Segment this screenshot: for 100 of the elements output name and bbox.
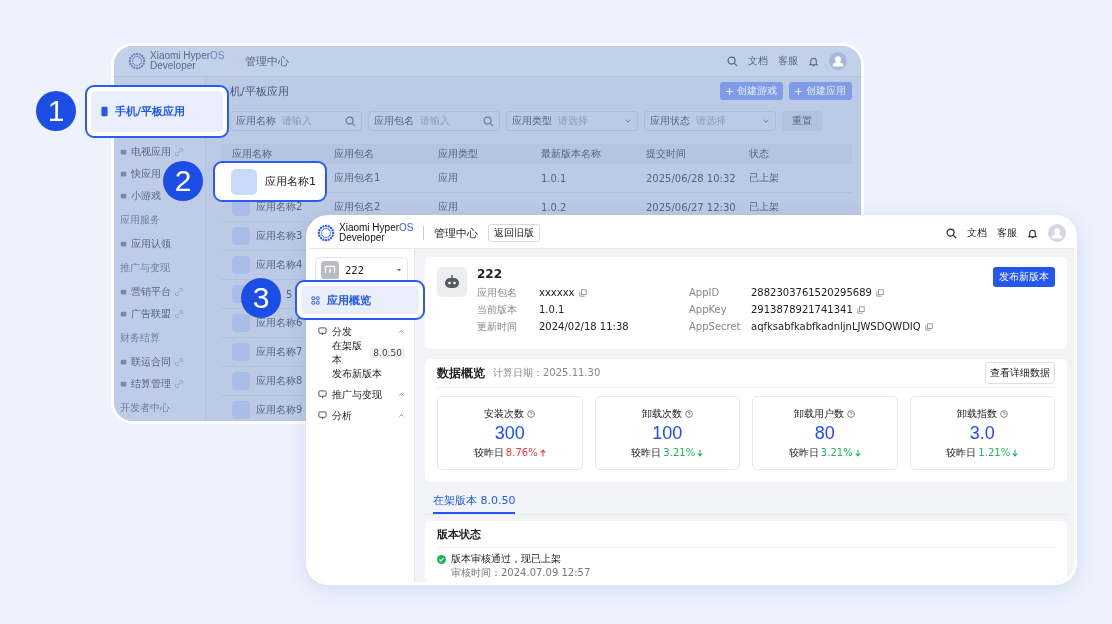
field-label: AppSecret [689,321,742,332]
calculation-date: 计算日期：2025.11.30 [493,366,601,380]
menu-item-icon [120,288,127,296]
publish-button[interactable]: 发布新版本 [993,267,1055,287]
status-message: 版本审核通过，现已上架 [451,552,561,566]
sidebar-item[interactable]: 电视应用 [120,144,183,160]
column-header: 应用类型 [438,146,479,161]
step-number-badge: 1 [36,91,76,131]
field-label: AppKey [689,304,728,315]
field-value: xxxxxx [539,287,575,298]
create-button[interactable]: 创建应用 [789,82,852,100]
table-cell: 应用名称4 [256,258,303,272]
plus-icon [726,87,733,95]
change-percent: 3.21% [820,447,853,458]
chevron-down-icon [624,117,632,125]
stat-label: 卸载次数 [641,406,682,421]
menu-item-icon [120,358,127,366]
grid-icon [311,295,320,305]
header-link[interactable]: 文档 [748,54,768,68]
nav-item[interactable]: 发布新版本 [315,363,408,384]
app-icon [231,168,257,195]
help-icon [684,409,693,418]
avatar-icon[interactable] [1048,224,1066,242]
field-value: 2913878921741341 [751,304,853,315]
change-percent: 3.21% [663,447,696,458]
menu-item-icon [120,170,127,178]
sidebar-section-title: 开发者中心 [120,401,170,415]
stat-value: 100 [652,422,683,444]
change-percent: 8.76% [505,447,538,458]
detail-button[interactable]: 查看详细数据 [985,362,1055,384]
table-cell-text: 1.0.2 [541,201,568,213]
logo-icon [128,52,146,70]
menu-item-icon [120,192,127,200]
sidebar-item[interactable]: 手机/平板应用 [91,91,223,132]
field-value: 2882303761520295689 [751,287,872,298]
sidebar-item[interactable]: 广告联盟 [120,306,183,322]
compare-label: 较昨日 [788,445,819,460]
search-icon[interactable] [946,227,957,239]
copy-icon[interactable] [875,288,884,297]
nav-section[interactable]: 分析 [315,405,408,426]
nav-section[interactable]: 推广与变现 [315,384,408,405]
table-cell: 应用名称3 [256,229,303,243]
help-icon [999,409,1008,418]
check-circle-icon [437,554,446,564]
copy-icon[interactable] [856,305,865,314]
field-label: AppID [689,287,721,298]
avatar-icon[interactable] [829,52,847,70]
menu-item-icon [318,390,327,399]
field-label: 更新时间 [477,319,518,334]
compare-label: 较昨日 [946,445,977,460]
header-link[interactable]: 客服 [778,54,798,68]
field-value: 2024/02/18 11:38 [539,321,629,332]
table-cell: 应用名称9 [256,403,303,417]
page-title: 机/平板应用 [230,83,289,99]
table-cell-text: 应用包名1 [334,171,382,185]
plus-icon [795,87,802,95]
stat-label: 卸载用户数 [794,406,845,421]
sidebar-item[interactable]: 快应用 [120,166,161,182]
logo-text: Xiaomi HyperOS Developer [150,51,225,71]
sidebar-item[interactable]: 营销平台 [120,284,183,300]
nav-item[interactable]: 应用概览 [301,286,419,314]
sidebar-item[interactable]: 应用认领 [120,236,171,252]
table-cell-text: 应用 [438,171,459,185]
caret-icon [396,267,402,273]
table-cell-text: 已上架 [749,200,780,214]
menu-item-icon [318,327,327,336]
header-title: 管理中心 [245,53,290,69]
sidebar-item[interactable]: 结算管理 [120,376,183,392]
compare-label: 较昨日 [473,445,504,460]
copy-icon[interactable] [578,288,587,297]
help-icon [527,409,536,418]
menu-item-icon [120,148,127,156]
column-header: 最新版本名称 [541,146,602,161]
table-cell-text: 2025/06/27 12:30 [646,201,737,213]
phone-icon [101,106,108,117]
sidebar-item[interactable]: 小游戏 [120,188,161,204]
table-cell: 5 [286,288,293,300]
menu-item-icon [120,310,127,318]
copy-icon[interactable] [924,322,933,331]
create-button[interactable]: 创建游戏 [720,82,783,100]
table-cell-text: 应用 [438,200,459,214]
nav-item[interactable]: 在架版本 8.0.50 [315,342,408,363]
app-icon [232,314,250,332]
bell-icon[interactable] [1027,227,1038,239]
menu-item-icon [120,240,127,248]
header-link[interactable]: 文档 [967,226,987,240]
nav-section[interactable]: 分发 [315,321,408,342]
table-cell-text: 1.0.1 [541,172,568,184]
header-link[interactable]: 客服 [997,226,1017,240]
sidebar-section-title: 推广与变现 [120,261,170,275]
field-value: aqfksabfkabfkadnljnLJWSDQWDIQ [751,321,921,332]
help-icon [847,409,856,418]
back-button[interactable]: 返回旧版 [488,224,541,242]
header-title: 管理中心 [434,225,479,241]
section-title: 数据概览 [437,364,485,382]
sidebar-item[interactable]: 联运合同 [120,354,183,370]
tab[interactable]: 在架版本 8.0.50 [433,493,516,514]
reset-button[interactable]: 重置 [782,111,822,131]
table-cell-text: 已上架 [749,171,780,185]
stat-value: 80 [814,422,835,444]
